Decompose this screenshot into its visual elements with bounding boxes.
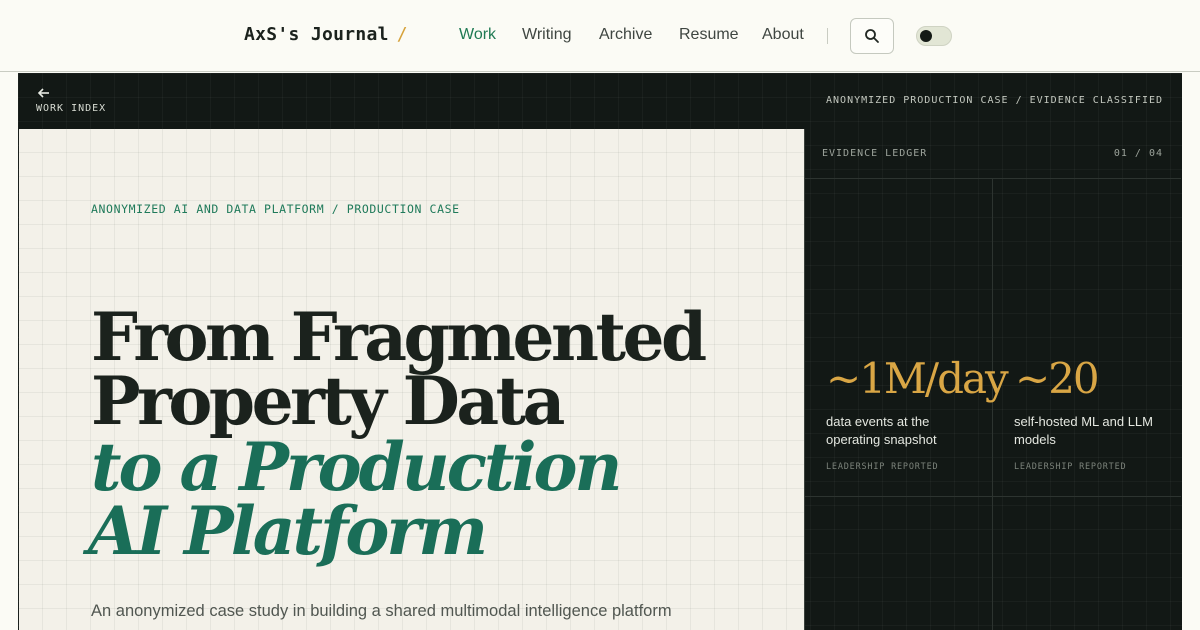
title-italic-line-1: to a Production [91,428,623,506]
metric-source: LEADERSHIP REPORTED [826,462,939,472]
arrow-left-icon[interactable] [37,86,51,100]
title-line-1: From Fragmented [91,298,707,376]
nav-writing[interactable]: Writing [522,26,572,44]
metric-value: ~20 [1015,354,1100,403]
top-navigation: AxS's Journal / Work Writing Archive Resu… [0,0,1200,72]
metric-value: ~1M/day [826,354,1009,403]
search-button[interactable] [850,18,894,54]
brand-name[interactable]: AxS's Journal [244,24,389,45]
toggle-knob [920,30,932,42]
nav-work[interactable]: Work [459,26,496,44]
ledger-title: EVIDENCE LEDGER [822,148,928,159]
theme-toggle[interactable] [916,26,952,46]
ledger-column-divider [992,179,993,630]
hero-eyebrow: ANONYMIZED AI AND DATA PLATFORM / PRODUC… [91,202,460,216]
title-line-2: Property Data [91,362,565,440]
ledger-row-rule [805,496,1181,497]
work-index-link[interactable]: WORK INDEX [36,103,106,114]
metric-description: self-hosted ML and LLM models [1014,414,1153,447]
nav-archive[interactable]: Archive [599,26,652,44]
case-classification-label: ANONYMIZED PRODUCTION CASE / EVIDENCE CL… [826,95,1163,106]
metric-description: data events at the operating snapshot [826,414,937,447]
nav-about[interactable]: About [762,26,804,44]
title-italic-line-2: AI Platform [88,492,488,570]
metric-source: LEADERSHIP REPORTED [1014,462,1127,472]
search-icon [865,29,879,43]
brand-slash: / [396,24,408,45]
ledger-divider [804,129,805,630]
ledger-header-rule [805,178,1181,179]
hero-lede: An anonymized case study in building a s… [91,602,672,620]
nav-resume[interactable]: Resume [679,26,739,44]
site-brand[interactable]: AxS's Journal / [244,24,408,45]
nav-divider [827,28,828,44]
ledger-counter: 01 / 04 [1113,148,1163,159]
